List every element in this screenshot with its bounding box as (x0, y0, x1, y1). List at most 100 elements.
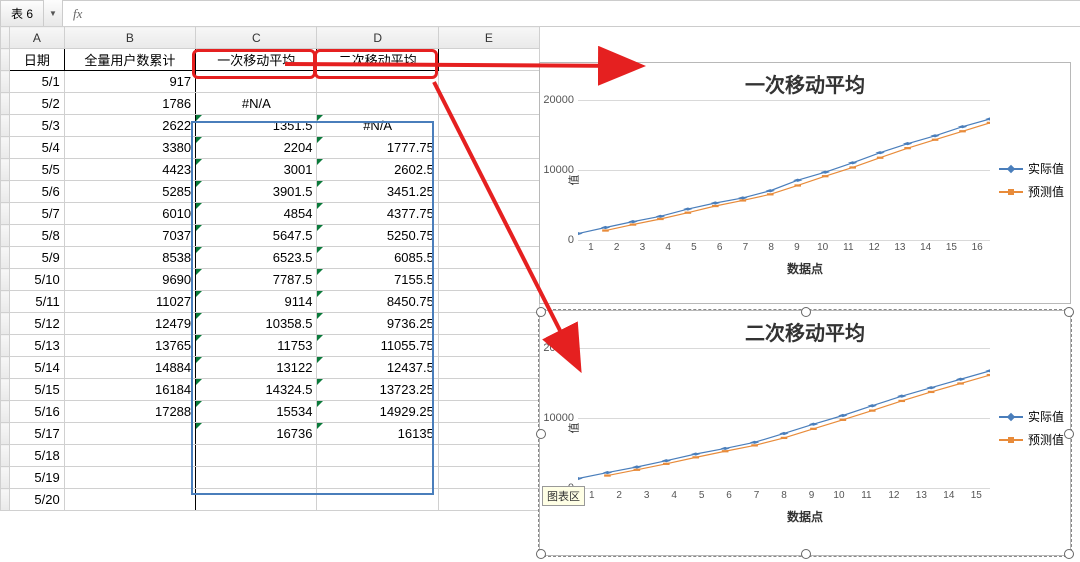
col-header-c[interactable]: C (196, 27, 317, 49)
cell[interactable] (438, 335, 539, 357)
cell[interactable]: 5/13 (10, 335, 65, 357)
cell[interactable]: 5/5 (10, 159, 65, 181)
cell[interactable]: 7155.5 (317, 269, 438, 291)
cell[interactable]: 5647.5 (196, 225, 317, 247)
cell[interactable] (438, 401, 539, 423)
cell[interactable]: 8538 (64, 247, 195, 269)
resize-handle[interactable] (1064, 429, 1074, 439)
cell[interactable] (438, 313, 539, 335)
resize-handle[interactable] (536, 429, 546, 439)
row-header[interactable] (1, 357, 10, 379)
row-header[interactable] (1, 291, 10, 313)
cell[interactable]: 7037 (64, 225, 195, 247)
cell[interactable] (438, 379, 539, 401)
cell[interactable]: 5/18 (10, 445, 65, 467)
cell[interactable] (438, 445, 539, 467)
cell[interactable] (438, 115, 539, 137)
row-header[interactable] (1, 335, 10, 357)
cell[interactable] (196, 467, 317, 489)
row-header[interactable] (1, 49, 10, 71)
chart-ma1[interactable]: 一次移动平均 值 01000020000 1234567891011121314… (539, 62, 1071, 304)
name-box[interactable]: 表 6 (0, 0, 44, 26)
cell[interactable] (196, 489, 317, 511)
cell[interactable]: 11753 (196, 335, 317, 357)
cell[interactable] (438, 269, 539, 291)
col-header-a[interactable]: A (10, 27, 65, 49)
cell[interactable]: 5/16 (10, 401, 65, 423)
cell[interactable]: 3380 (64, 137, 195, 159)
cell[interactable] (438, 489, 539, 511)
cell[interactable]: 5/6 (10, 181, 65, 203)
cell[interactable] (438, 247, 539, 269)
cell[interactable]: 8450.75 (317, 291, 438, 313)
cell[interactable]: 15534 (196, 401, 317, 423)
cell[interactable]: 3451.25 (317, 181, 438, 203)
cell[interactable]: 5/3 (10, 115, 65, 137)
col-header-e[interactable]: E (438, 27, 539, 49)
cell[interactable] (438, 467, 539, 489)
cell[interactable] (317, 71, 438, 93)
plot-area[interactable]: 值 01000020000 12345678910111213141516 (578, 100, 990, 260)
cell[interactable] (317, 445, 438, 467)
row-header[interactable] (1, 93, 10, 115)
cell[interactable]: 9736.25 (317, 313, 438, 335)
cell[interactable] (64, 423, 195, 445)
cell[interactable]: 17288 (64, 401, 195, 423)
cell[interactable]: 3001 (196, 159, 317, 181)
cell[interactable]: 14324.5 (196, 379, 317, 401)
cell[interactable]: 2602.5 (317, 159, 438, 181)
row-header[interactable] (1, 401, 10, 423)
cell[interactable] (317, 93, 438, 115)
row-header[interactable] (1, 115, 10, 137)
fx-icon[interactable]: fx (63, 6, 88, 22)
cell[interactable]: 5250.75 (317, 225, 438, 247)
cell[interactable]: 二次移动平均 (317, 49, 438, 71)
cell[interactable]: 6523.5 (196, 247, 317, 269)
cell[interactable]: 5/20 (10, 489, 65, 511)
plot-area[interactable]: 值 01000020000 123456789101112131415 (578, 348, 990, 508)
cell[interactable]: 1777.75 (317, 137, 438, 159)
cell[interactable]: 5/17 (10, 423, 65, 445)
cell[interactable]: 5/12 (10, 313, 65, 335)
cell[interactable] (438, 203, 539, 225)
cell[interactable] (438, 49, 539, 71)
cell[interactable] (64, 467, 195, 489)
cell[interactable]: 10358.5 (196, 313, 317, 335)
cell[interactable] (196, 71, 317, 93)
cell[interactable]: 1351.5 (196, 115, 317, 137)
cell[interactable]: 5/15 (10, 379, 65, 401)
col-header-d[interactable]: D (317, 27, 438, 49)
row-header[interactable] (1, 313, 10, 335)
cell[interactable]: 5/11 (10, 291, 65, 313)
cell[interactable]: 1786 (64, 93, 195, 115)
cell[interactable]: 16135 (317, 423, 438, 445)
cell[interactable]: 全量用户数累计 (64, 49, 195, 71)
cell[interactable]: 3901.5 (196, 181, 317, 203)
row-header[interactable] (1, 247, 10, 269)
cell[interactable]: 16184 (64, 379, 195, 401)
cell[interactable] (64, 445, 195, 467)
cell[interactable] (317, 489, 438, 511)
cell[interactable] (317, 467, 438, 489)
cell[interactable]: 9690 (64, 269, 195, 291)
cell[interactable]: 一次移动平均 (196, 49, 317, 71)
cell[interactable]: 6085.5 (317, 247, 438, 269)
row-header[interactable] (1, 445, 10, 467)
row-header[interactable] (1, 71, 10, 93)
row-header[interactable] (1, 379, 10, 401)
chart-ma2[interactable]: 二次移动平均 值 01000020000 1234567891011121314… (539, 310, 1071, 556)
row-header[interactable] (1, 181, 10, 203)
cell[interactable] (196, 445, 317, 467)
cell[interactable] (438, 225, 539, 247)
cell[interactable]: 12479 (64, 313, 195, 335)
row-header[interactable] (1, 225, 10, 247)
cell[interactable]: 5/1 (10, 71, 65, 93)
cell[interactable] (438, 159, 539, 181)
cell[interactable]: 2622 (64, 115, 195, 137)
cell[interactable]: 5285 (64, 181, 195, 203)
resize-handle[interactable] (1064, 307, 1074, 317)
row-header[interactable] (1, 137, 10, 159)
spreadsheet-grid[interactable]: A B C D E 日期全量用户数累计一次移动平均二次移动平均5/19175/2… (0, 26, 540, 562)
cell[interactable]: 5/8 (10, 225, 65, 247)
row-header[interactable] (1, 269, 10, 291)
